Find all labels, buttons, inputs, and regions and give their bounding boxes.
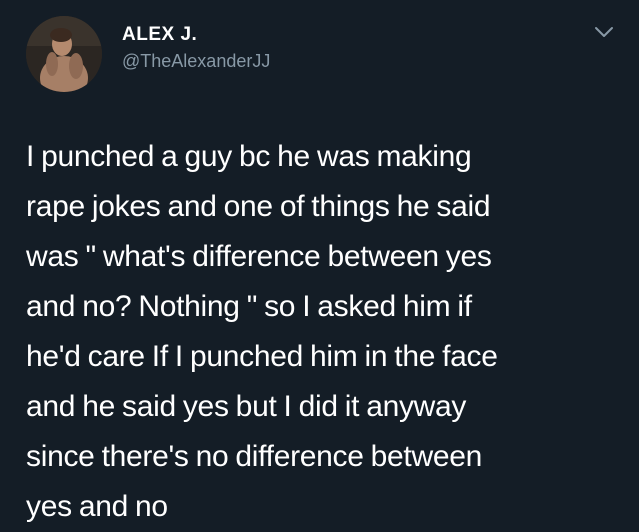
tweet-text-line: yes and no [26, 490, 168, 523]
tweet-text-line: rape jokes and one of things he said [26, 190, 491, 223]
tweet-menu-button[interactable] [593, 24, 615, 40]
avatar[interactable] [26, 16, 102, 92]
tweet-text-line: I punched a guy bc he was making [26, 140, 472, 173]
user-handle[interactable]: @TheAlexanderJJ [122, 51, 270, 72]
tweet-text-line: and no? Nothing " so I asked him if [26, 290, 472, 323]
tweet-text-line: was " what's difference between yes [26, 240, 492, 273]
chevron-down-icon [595, 27, 613, 37]
tweet-text: I punched a guy bc he was making rape jo… [26, 132, 626, 532]
display-name[interactable]: ALEX J. [122, 24, 197, 46]
tweet-text-line: and he said yes but I did it anyway [26, 390, 467, 423]
tweet-text-line: since there's no difference between [26, 440, 482, 473]
tweet-text-line: he'd care If I punched him in the face [26, 340, 498, 373]
tweet-card: ALEX J. @TheAlexanderJJ I punched a guy … [0, 0, 639, 528]
profile-photo-icon [26, 16, 102, 92]
